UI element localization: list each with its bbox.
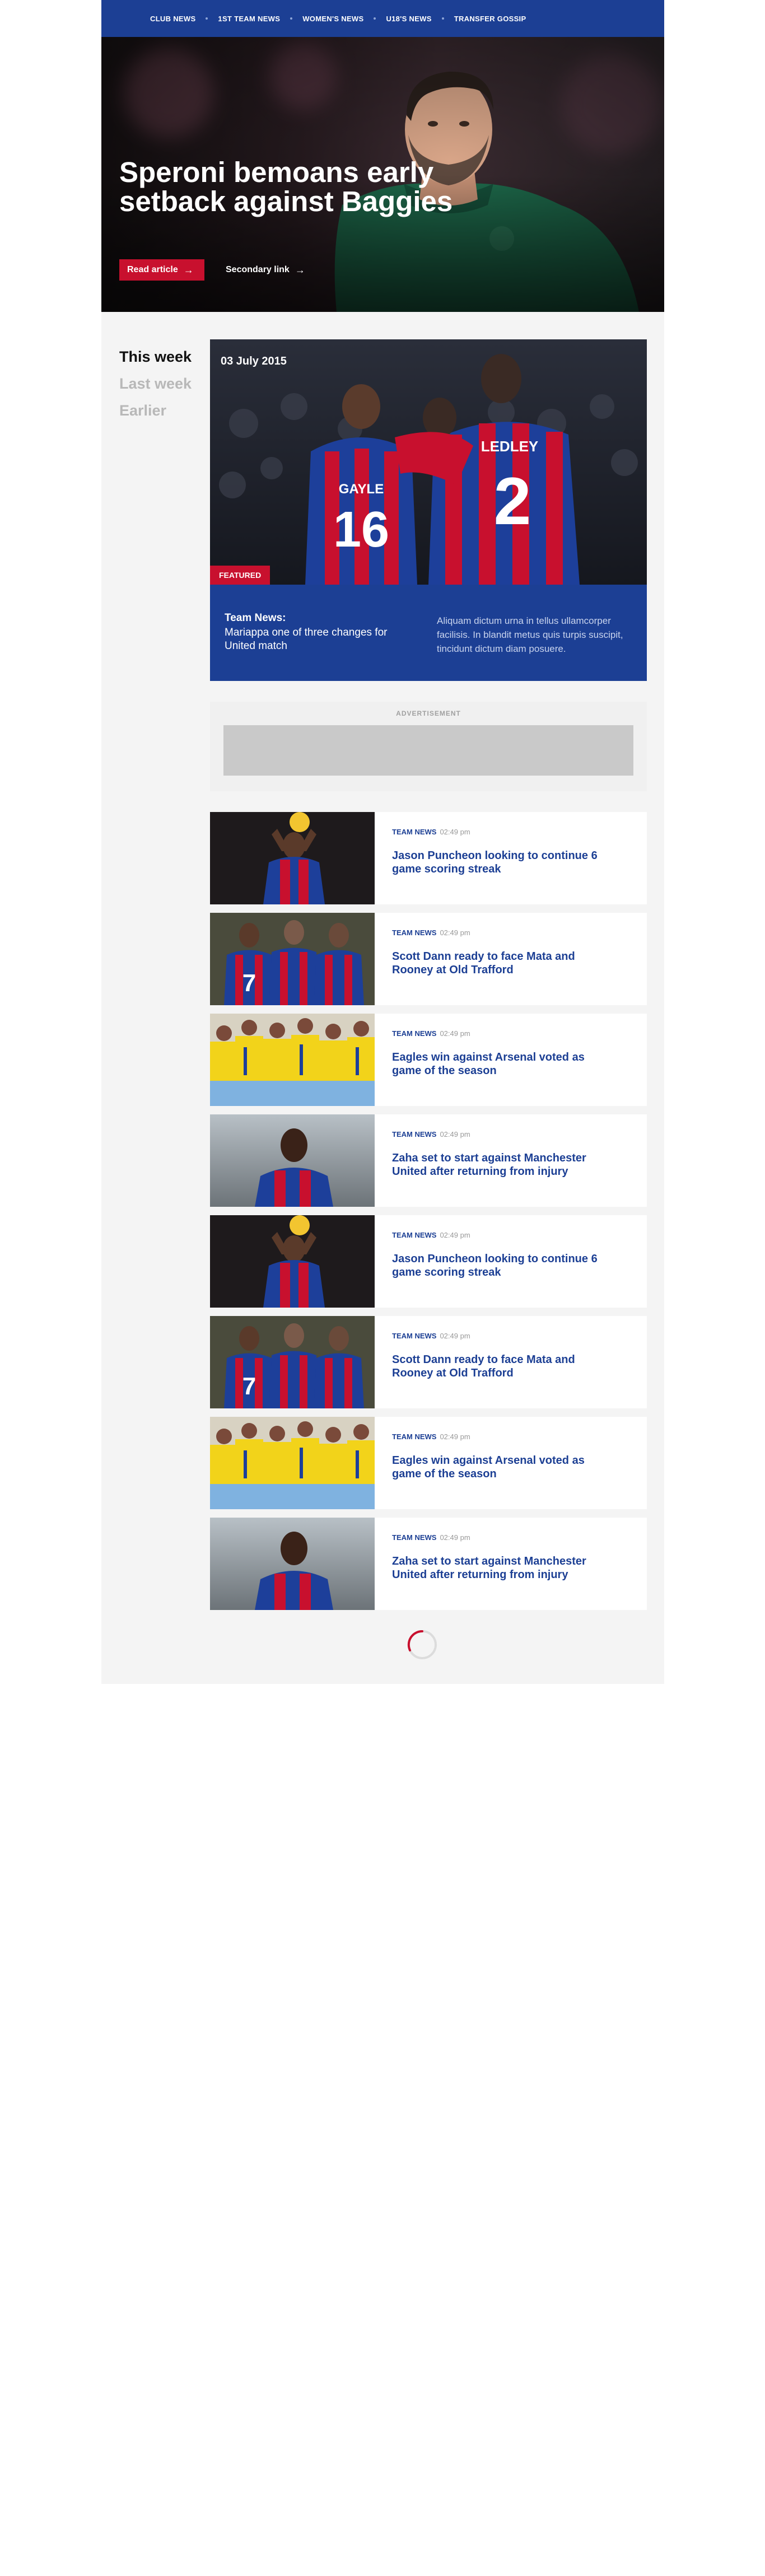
article-title[interactable]: Zaha set to start against Manchester Uni… [392, 1555, 599, 1581]
top-nav: Club News 1st Team News Women's News U18… [101, 0, 664, 37]
article-card[interactable]: 7 Team News 02:49 pm Scott Dann ready to … [210, 1316, 647, 1408]
article-card[interactable]: 7 Team News 02:49 pm Scott Dann ready to … [210, 913, 647, 1005]
article-card[interactable]: Team News 02:49 pm Jason Puncheon looking… [210, 1215, 647, 1308]
article-card[interactable]: Team News 02:49 pm Eagles win against Ars… [210, 1014, 647, 1106]
article-meta: Team News 02:49 pm [392, 1130, 470, 1138]
featured-badge: FEATURED [210, 566, 270, 585]
filter-last-week[interactable]: Last week [119, 370, 192, 397]
article-category: Team News [392, 1029, 437, 1038]
article-category: Team News [392, 1533, 437, 1542]
featured-description: Aliquam dictum urna in tellus ullamcorpe… [437, 615, 623, 654]
nav-item-transfer-gossip[interactable]: Transfer Gossip [454, 15, 526, 23]
article-thumbnail [210, 1417, 375, 1509]
article-time: 02:49 pm [440, 1029, 470, 1038]
article-title[interactable]: Scott Dann ready to face Mata and Rooney… [392, 950, 599, 977]
article-time: 02:49 pm [440, 1533, 470, 1542]
article-category: Team News [392, 1332, 437, 1340]
article-category: Team News [392, 828, 437, 836]
article-time: 02:49 pm [440, 828, 470, 836]
svg-text:GAYLE: GAYLE [339, 482, 384, 497]
article-title[interactable]: Zaha set to start against Manchester Uni… [392, 1151, 599, 1178]
nav-item-u18s-news[interactable]: U18's News [386, 15, 431, 23]
advertisement-label: ADVERTISEMENT [396, 710, 461, 717]
article-thumbnail [210, 1114, 375, 1207]
svg-text:LEDLEY: LEDLEY [481, 438, 539, 455]
read-article-button[interactable]: Read article → [119, 259, 204, 281]
nav-item-first-team-news[interactable]: 1st Team News [218, 15, 280, 23]
article-title[interactable]: Jason Puncheon looking to continue 6 gam… [392, 849, 599, 876]
article-time: 02:49 pm [440, 1130, 470, 1138]
article-time: 02:49 pm [440, 928, 470, 937]
time-filter-sidebar: This week Last week Earlier [119, 343, 192, 424]
read-article-label: Read article [127, 265, 178, 274]
article-meta: Team News 02:49 pm [392, 1533, 470, 1542]
featured-image: GAYLE 16 LEDLEY 2 03 July 2015 FEATURED [210, 339, 647, 585]
svg-text:7: 7 [242, 969, 256, 997]
hero: Speroni bemoans early setback against Ba… [101, 37, 664, 312]
article-thumbnail [210, 812, 375, 904]
nav-item-club-news[interactable]: Club News [150, 15, 195, 23]
team-celebration-image [210, 1014, 375, 1106]
article-card[interactable]: Team News 02:49 pm Zaha set to start agai… [210, 1518, 647, 1610]
article-title[interactable]: Eagles win against Arsenal voted as game… [392, 1454, 599, 1481]
article-meta: Team News 02:49 pm [392, 1231, 470, 1239]
arrow-right-icon: → [183, 264, 194, 276]
hero-title: Speroni bemoans early setback against Ba… [119, 156, 453, 217]
article-card[interactable]: Team News 02:49 pm Eagles win against Ars… [210, 1417, 647, 1509]
featured-headline[interactable]: Mariappa one of three changes for United… [225, 626, 404, 653]
article-title[interactable]: Eagles win against Arsenal voted as game… [392, 1051, 599, 1077]
featured-panel: Team News: Mariappa one of three changes… [210, 585, 647, 681]
player-juggling-image [210, 812, 375, 904]
arrow-right-icon: → [295, 264, 305, 276]
nav-item-womens-news[interactable]: Women's News [302, 15, 363, 23]
players-celebrating-image: 7 [210, 1316, 375, 1408]
article-card[interactable]: Team News 02:49 pm Zaha set to start agai… [210, 1114, 647, 1207]
article-meta: Team News 02:49 pm [392, 1029, 470, 1038]
featured-category: Team News: [225, 612, 286, 624]
article-thumbnail [210, 1518, 375, 1610]
article-thumbnail [210, 1215, 375, 1308]
nav-separator [206, 17, 208, 20]
article-meta: Team News 02:49 pm [392, 1432, 470, 1441]
nav-list: Club News 1st Team News Women's News U18… [150, 0, 526, 37]
featured-players-image: GAYLE 16 LEDLEY 2 [210, 339, 647, 585]
article-thumbnail: 7 [210, 913, 375, 1005]
featured-date: 03 July 2015 [221, 355, 287, 367]
advertisement: ADVERTISEMENT [210, 702, 647, 791]
filter-earlier[interactable]: Earlier [119, 397, 192, 424]
featured-article[interactable]: GAYLE 16 LEDLEY 2 03 July 2015 FEATURED … [210, 339, 647, 681]
page: Club News 1st Team News Women's News U18… [101, 0, 664, 1684]
nav-separator [441, 17, 444, 20]
team-celebration-image [210, 1417, 375, 1509]
article-category: Team News [392, 1231, 437, 1239]
player-juggling-image [210, 1215, 375, 1308]
player-portrait-image [210, 1518, 375, 1610]
filter-this-week[interactable]: This week [119, 343, 192, 370]
nav-separator [374, 17, 376, 20]
nav-separator [290, 17, 293, 20]
article-meta: Team News 02:49 pm [392, 1332, 470, 1340]
article-meta: Team News 02:49 pm [392, 928, 470, 937]
article-time: 02:49 pm [440, 1432, 470, 1441]
article-time: 02:49 pm [440, 1231, 470, 1239]
svg-text:2: 2 [494, 464, 531, 539]
article-thumbnail: 7 [210, 1316, 375, 1408]
article-category: Team News [392, 1130, 437, 1138]
svg-text:16: 16 [333, 502, 389, 558]
article-category: Team News [392, 1432, 437, 1441]
player-portrait-image [210, 1114, 375, 1207]
article-category: Team News [392, 928, 437, 937]
advertisement-slot[interactable] [223, 725, 633, 776]
secondary-link-label: Secondary link [226, 265, 290, 274]
spinner-icon [407, 1630, 437, 1659]
players-celebrating-image: 7 [210, 913, 375, 1005]
article-thumbnail [210, 1014, 375, 1106]
article-time: 02:49 pm [440, 1332, 470, 1340]
article-title[interactable]: Jason Puncheon looking to continue 6 gam… [392, 1252, 599, 1279]
article-card[interactable]: Team News 02:49 pm Jason Puncheon looking… [210, 812, 647, 904]
svg-text:7: 7 [242, 1373, 256, 1400]
secondary-link[interactable]: Secondary link → [226, 259, 305, 281]
article-title[interactable]: Scott Dann ready to face Mata and Rooney… [392, 1353, 599, 1380]
article-meta: Team News 02:49 pm [392, 828, 470, 836]
